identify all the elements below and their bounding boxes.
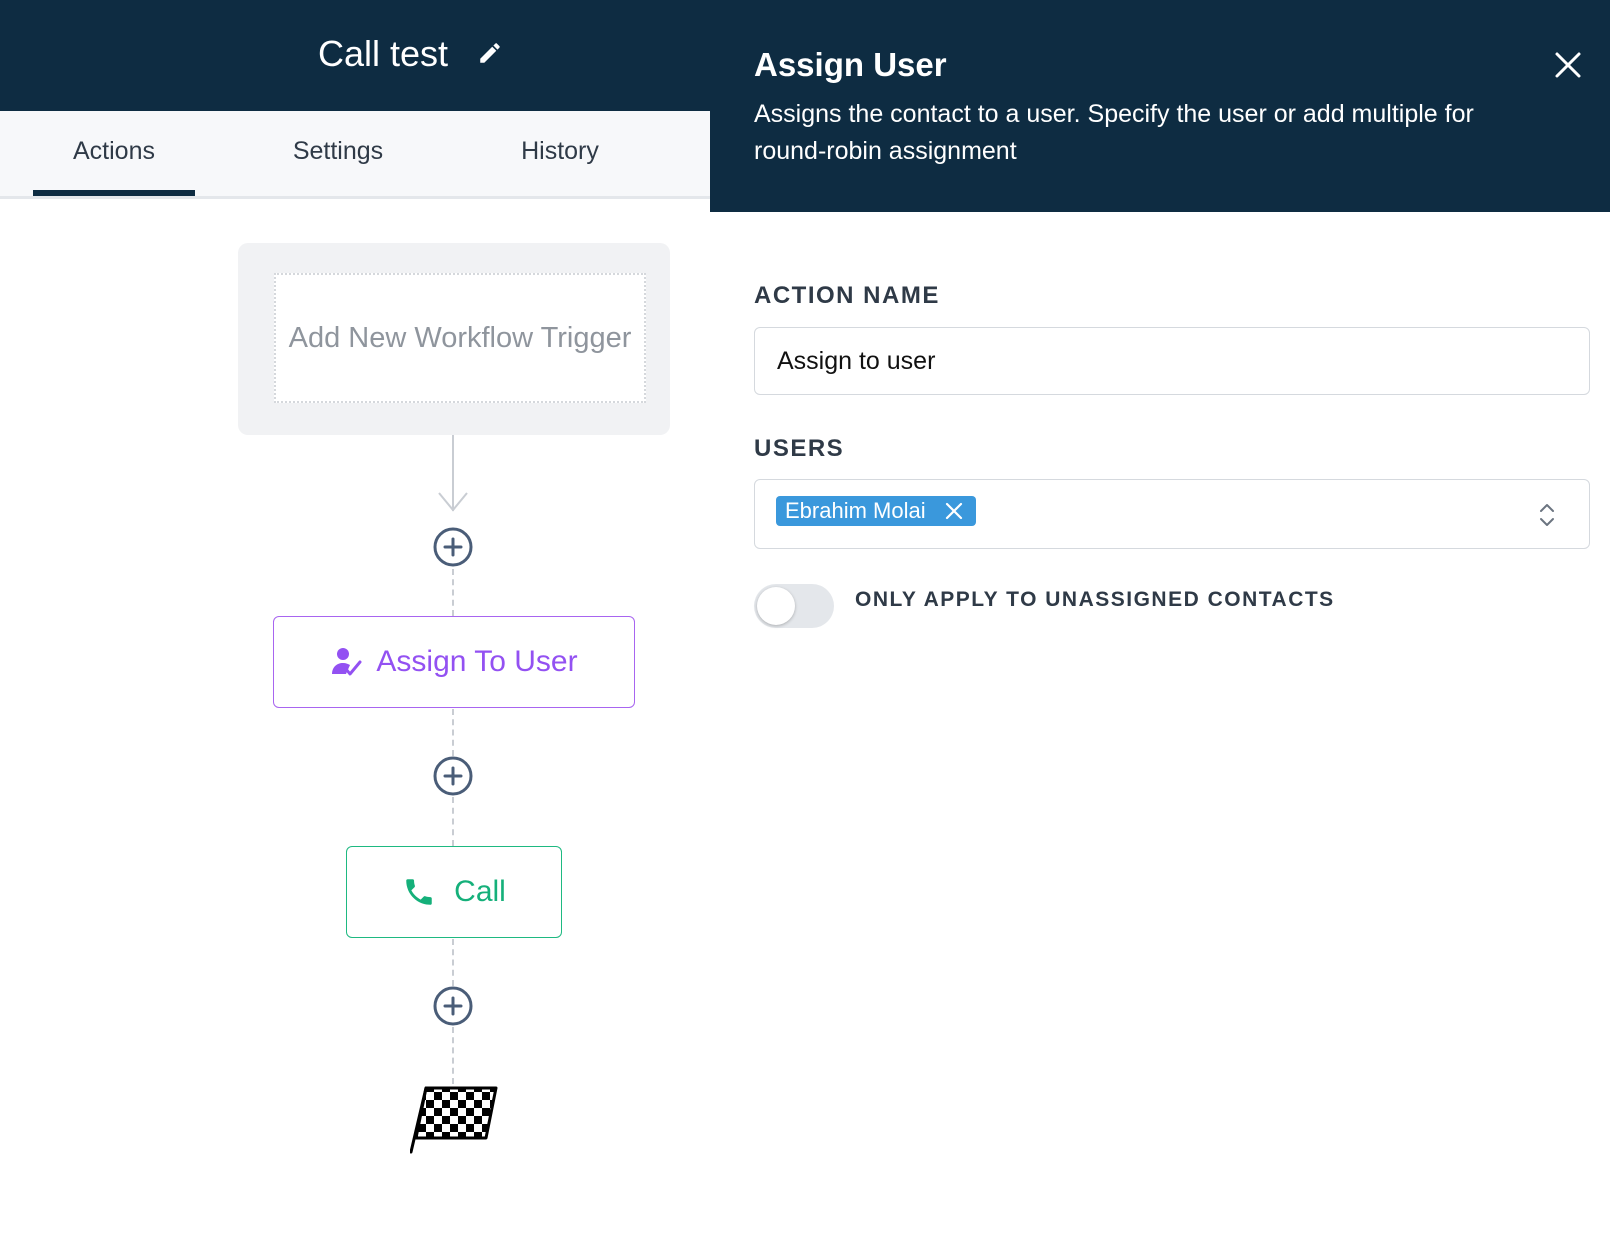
- checkered-flag-icon: [410, 1086, 498, 1154]
- add-trigger-button[interactable]: Add New Workflow Trigger: [274, 273, 646, 403]
- user-chip: Ebrahim Molai: [776, 496, 976, 526]
- connector-line: [452, 709, 454, 756]
- panel-header: Assign User Assigns the contact to a use…: [710, 0, 1610, 212]
- workflow-header: Call test: [0, 0, 710, 111]
- connector-line: [452, 569, 454, 616]
- panel-title: Assign User: [754, 46, 947, 83]
- tab-history[interactable]: History: [480, 111, 640, 193]
- toggle-knob: [757, 587, 795, 625]
- action-settings-panel: Assign User Assigns the contact to a use…: [710, 0, 1610, 1246]
- user-chip-label: Ebrahim Molai: [785, 498, 926, 523]
- add-action-plus-icon[interactable]: [433, 527, 473, 567]
- add-action-plus-icon[interactable]: [433, 986, 473, 1026]
- connector-line: [452, 797, 454, 846]
- connector-line: [452, 939, 454, 986]
- workflow-canvas: Add New Workflow Trigger Assign To User: [0, 199, 710, 1246]
- action-name-input[interactable]: [754, 327, 1590, 395]
- action-name-label: ACTION NAME: [754, 282, 940, 309]
- tab-actions[interactable]: Actions: [33, 111, 195, 196]
- assign-to-user-label: Assign To User: [376, 645, 578, 678]
- chevron-up-down-icon: [1540, 504, 1554, 526]
- workflow-title: Call test: [318, 33, 449, 74]
- connector-line: [452, 1027, 454, 1084]
- phone-icon: [406, 879, 432, 905]
- workflow-builder-pane: Call test Actions Settings History Add N…: [0, 0, 710, 1246]
- pencil-icon[interactable]: [477, 40, 503, 66]
- remove-user-icon[interactable]: [944, 501, 964, 521]
- assign-to-user-node[interactable]: Assign To User: [273, 616, 635, 708]
- users-select[interactable]: Ebrahim Molai: [754, 479, 1590, 549]
- unassigned-only-label: ONLY APPLY TO UNASSIGNED CONTACTS: [855, 588, 1335, 611]
- call-node[interactable]: Call: [346, 846, 562, 938]
- user-check-icon: [332, 648, 362, 676]
- call-label: Call: [454, 875, 506, 908]
- panel-description: Assigns the contact to a user. Specify t…: [754, 100, 1474, 165]
- close-icon[interactable]: [1552, 49, 1584, 81]
- users-label: USERS: [754, 435, 845, 462]
- add-action-plus-icon[interactable]: [433, 756, 473, 796]
- unassigned-only-toggle[interactable]: [754, 584, 834, 628]
- tab-bar: Actions Settings History: [0, 111, 710, 199]
- trigger-container: Add New Workflow Trigger: [238, 243, 670, 435]
- tab-settings[interactable]: Settings: [258, 111, 418, 193]
- arrow-down-icon: [438, 492, 468, 512]
